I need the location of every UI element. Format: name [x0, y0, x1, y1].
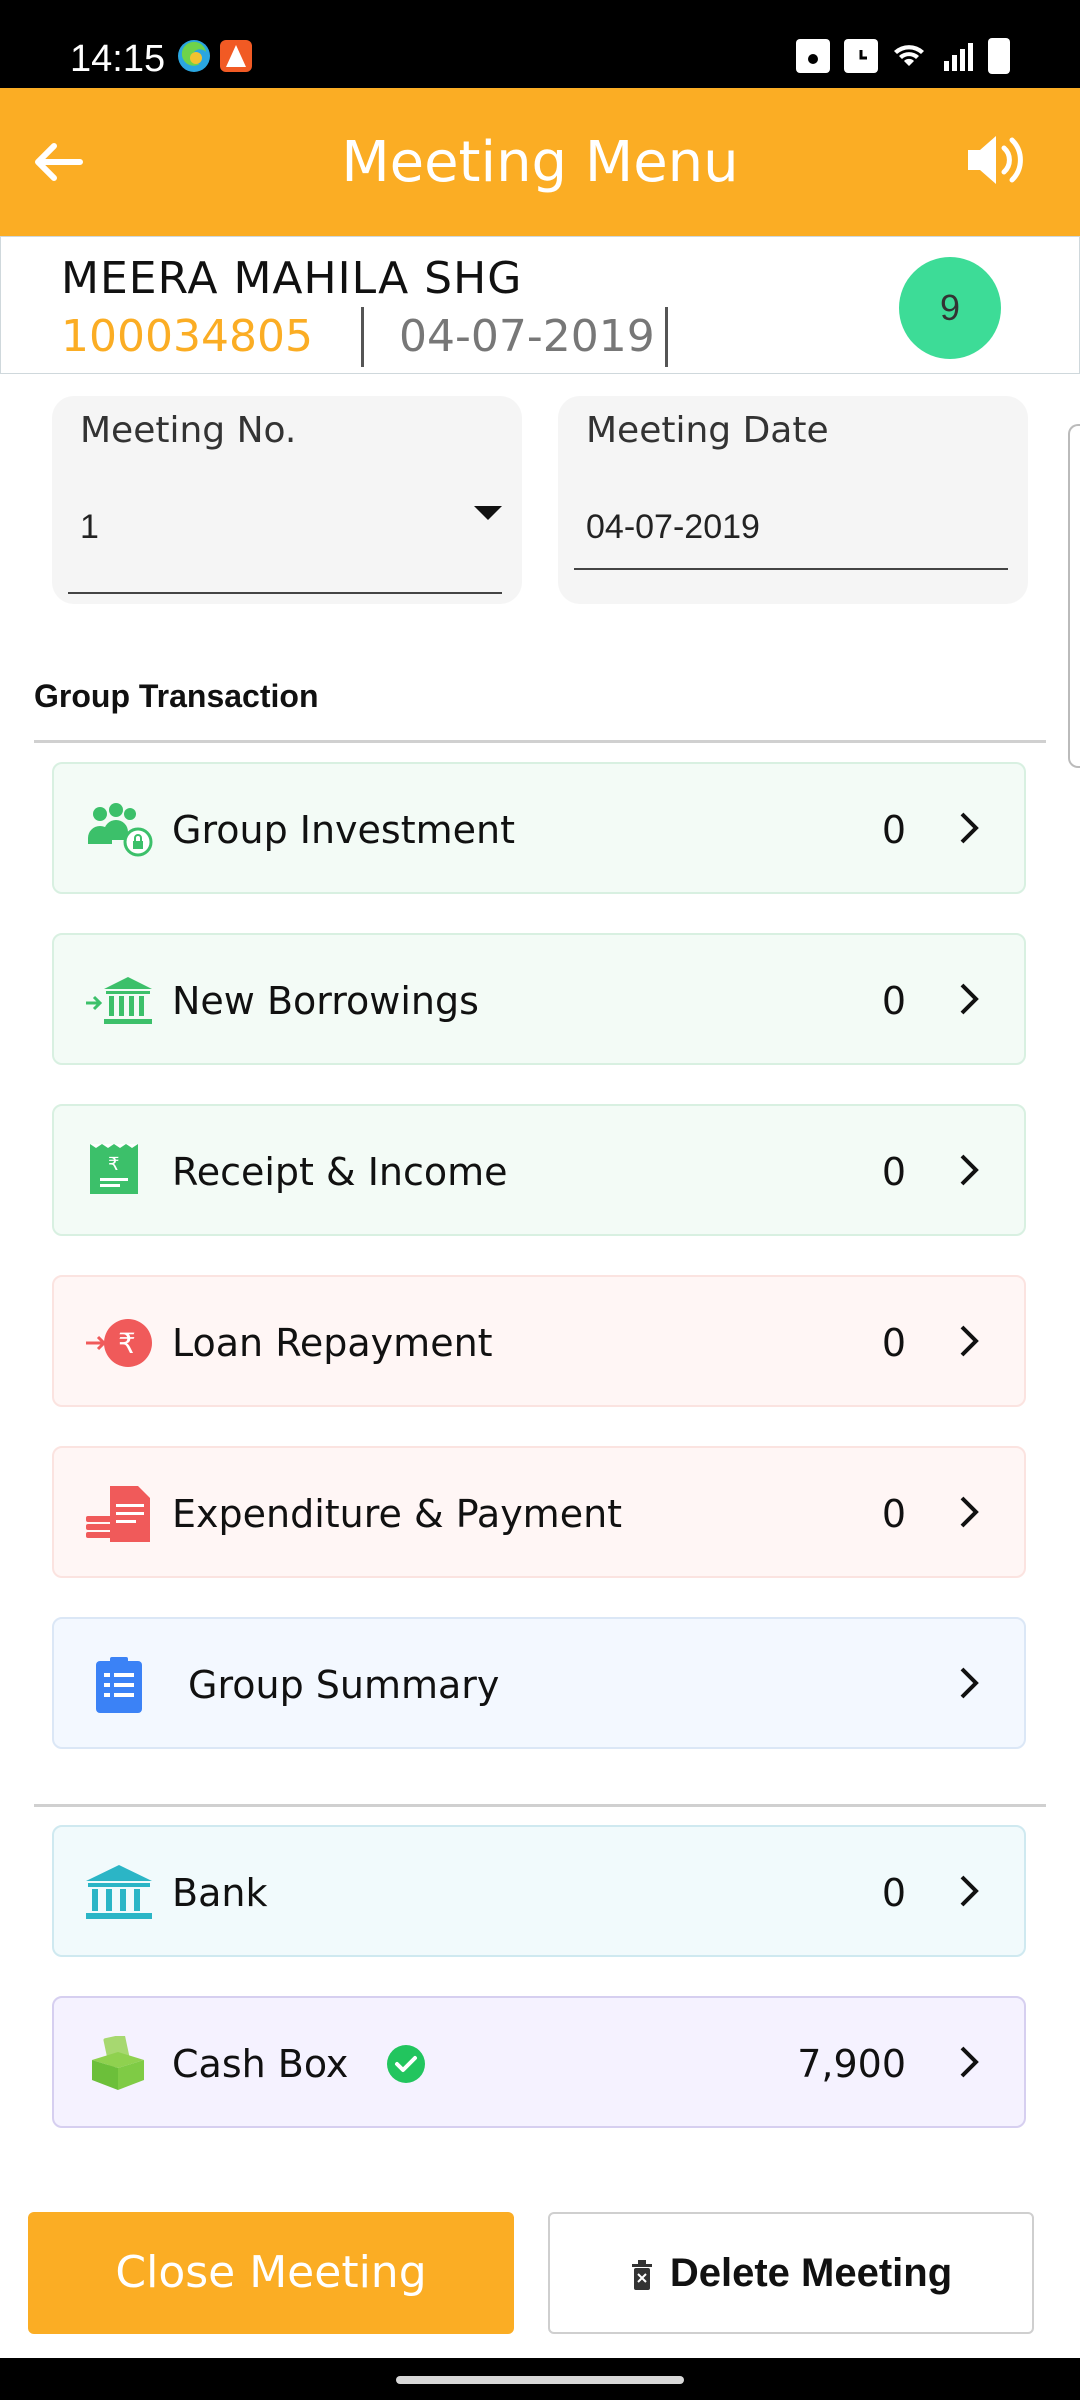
menu-item-cash-box[interactable]: Cash Box 7,900 [52, 1996, 1026, 2128]
divider [665, 307, 668, 367]
app-bar: Meeting Menu [0, 88, 1080, 236]
chevron-right-icon [960, 983, 979, 1015]
chevron-right-icon [960, 1496, 979, 1528]
alarm-icon [844, 39, 878, 73]
menu-item-group-investment[interactable]: Group Investment 0 [52, 762, 1026, 894]
menu-item-group-summary[interactable]: Group Summary [52, 1617, 1026, 1749]
bank-borrowing-icon [86, 977, 152, 1024]
wifi-icon [894, 45, 924, 66]
menu-item-new-borrowings[interactable]: New Borrowings 0 [52, 933, 1026, 1065]
menu-item-loan-repayment[interactable]: ₹ Loan Repayment 0 [52, 1275, 1026, 1407]
meeting-number-value: 1 [80, 508, 99, 546]
battery-saver-icon [796, 39, 830, 73]
menu-item-bank[interactable]: Bank 0 [52, 1825, 1026, 1957]
divider [361, 307, 364, 367]
page-title: Meeting Menu [341, 130, 739, 195]
divider [34, 740, 1046, 743]
group-date: 04-07-2019 [399, 311, 655, 362]
scroll-indicator[interactable] [1068, 424, 1080, 768]
menu-item-value: 0 [881, 808, 906, 852]
home-gesture-handle[interactable] [396, 2376, 684, 2384]
menu-item-label: Loan Repayment [172, 1321, 493, 1365]
svg-text:₹: ₹ [118, 1327, 136, 1360]
volume-icon[interactable] [962, 126, 1030, 194]
group-investment-icon [88, 803, 153, 857]
chevron-right-icon [960, 2046, 979, 2078]
menu-item-value: 7,900 [797, 2042, 906, 2086]
menu-item-value: 0 [881, 1150, 906, 1194]
bank-icon [86, 1865, 152, 1919]
chevron-right-icon [960, 1875, 979, 1907]
menu-item-label: Expenditure & Payment [172, 1492, 623, 1536]
menu-item-value: 0 [881, 979, 906, 1023]
group-name: MEERA MAHILA SHG [61, 253, 523, 304]
signal-icon [944, 43, 973, 71]
expenditure-icon [86, 1486, 150, 1542]
battery-icon [988, 38, 1010, 74]
orange-app-icon [220, 40, 252, 72]
system-navigation-bar [0, 2358, 1080, 2400]
menu-item-value: 0 [881, 1321, 906, 1365]
menu-item-expenditure-payment[interactable]: Expenditure & Payment 0 [52, 1446, 1026, 1578]
rupee-repayment-icon: ₹ [86, 1319, 152, 1367]
clipboard-icon [96, 1657, 142, 1713]
status-indicators [796, 38, 1010, 74]
menu-item-value: 0 [881, 1871, 906, 1915]
menu-item-value: 0 [881, 1492, 906, 1536]
trash-icon [631, 2260, 652, 2291]
menu-item-label: Group Investment [172, 808, 516, 852]
meeting-date-field[interactable]: Meeting Date 04-07-2019 [558, 396, 1028, 604]
group-info-card: MEERA MAHILA SHG 100034805 04-07-2019 9 [0, 236, 1080, 374]
menu-item-label: Group Summary [188, 1663, 500, 1707]
field-underline [574, 568, 1008, 570]
divider [34, 1804, 1046, 1807]
chevron-right-icon [960, 1325, 979, 1357]
close-meeting-button[interactable]: Close Meeting [28, 2212, 514, 2334]
menu-item-receipt-income[interactable]: ₹ Receipt & Income 0 [52, 1104, 1026, 1236]
delete-meeting-label: Delete Meeting [669, 2251, 953, 2295]
receipt-icon: ₹ [90, 1144, 138, 1194]
section-title: Group Transaction [34, 678, 319, 714]
status-bar: 14:15 [0, 0, 1080, 88]
meeting-date-value: 04-07-2019 [586, 508, 760, 546]
status-app-icons [176, 38, 254, 74]
group-code: 100034805 [61, 311, 313, 362]
menu-item-label: Bank [172, 1871, 268, 1915]
field-underline [68, 592, 502, 594]
member-count-badge: 9 [899, 257, 1001, 359]
chevron-right-icon [960, 812, 979, 844]
meeting-number-dropdown[interactable]: Meeting No. 1 [52, 396, 522, 604]
meeting-date-label: Meeting Date [586, 410, 829, 451]
dropdown-arrow-icon [474, 506, 502, 520]
check-circle-icon [387, 2045, 425, 2083]
menu-item-label: Receipt & Income [172, 1150, 508, 1194]
delete-meeting-button[interactable]: Delete Meeting [548, 2212, 1034, 2334]
menu-item-label: New Borrowings [172, 979, 479, 1023]
edge-browser-icon [178, 40, 210, 72]
chevron-right-icon [960, 1667, 979, 1699]
menu-item-label: Cash Box [172, 2042, 349, 2086]
status-time: 14:15 [70, 38, 166, 80]
svg-text:₹: ₹ [108, 1154, 119, 1175]
cash-box-icon [92, 2036, 144, 2090]
chevron-right-icon [960, 1154, 979, 1186]
meeting-number-label: Meeting No. [80, 410, 297, 451]
